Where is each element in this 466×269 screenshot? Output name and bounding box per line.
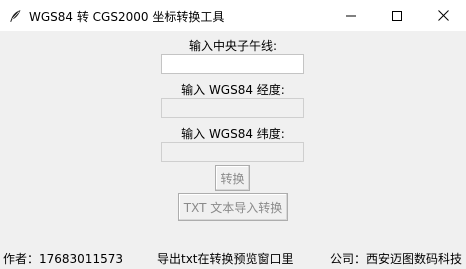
longitude-input[interactable]	[161, 98, 304, 118]
maximize-button[interactable]	[374, 0, 420, 31]
minimize-icon	[346, 6, 356, 25]
app-window: WGS84 转 CGS2000 坐标转换工具 输入中央子午线: 输入 WGS84…	[0, 0, 466, 269]
close-icon	[437, 6, 449, 25]
minimize-button[interactable]	[328, 0, 374, 31]
longitude-label: 输入 WGS84 经度:	[181, 83, 285, 97]
feather-icon	[8, 8, 22, 22]
close-button[interactable]	[420, 0, 466, 31]
latitude-input[interactable]	[161, 142, 304, 162]
latitude-label: 输入 WGS84 纬度:	[181, 127, 285, 141]
txt-import-button[interactable]: TXT 文本导入转换	[178, 193, 288, 221]
author-label: 作者：17683011573	[3, 252, 123, 266]
window-title: WGS84 转 CGS2000 坐标转换工具	[29, 10, 225, 24]
maximize-icon	[392, 6, 402, 25]
meridian-input[interactable]	[161, 54, 304, 74]
company-label: 公司：西安迈图数码科技	[330, 252, 463, 266]
export-note-label: 导出txt在转换预览窗口里	[157, 252, 294, 266]
title-bar[interactable]: WGS84 转 CGS2000 坐标转换工具	[0, 0, 466, 31]
meridian-label: 输入中央子午线:	[188, 39, 278, 53]
convert-button[interactable]: 转换	[215, 165, 250, 191]
